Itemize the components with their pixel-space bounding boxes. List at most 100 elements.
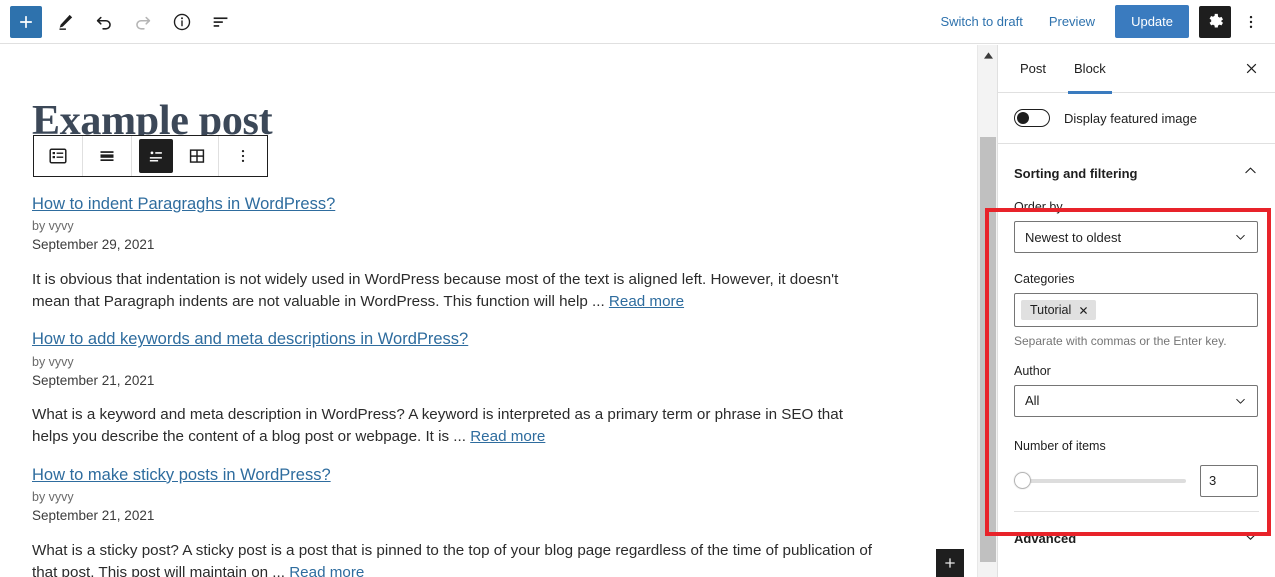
number-of-items-slider[interactable] bbox=[1014, 472, 1186, 490]
layout-group bbox=[132, 136, 219, 176]
sorting-and-filtering-title: Sorting and filtering bbox=[1014, 165, 1138, 181]
details-button[interactable] bbox=[165, 5, 198, 38]
author-label: Author bbox=[1014, 363, 1051, 378]
post-date: September 21, 2021 bbox=[32, 508, 155, 524]
redo-icon bbox=[135, 16, 150, 30]
pencil-icon bbox=[59, 14, 72, 30]
order-by-label: Order by bbox=[1014, 200, 1063, 214]
scrollbar-thumb[interactable] bbox=[980, 137, 996, 562]
add-block-button[interactable] bbox=[10, 5, 42, 38]
block-more-options-button[interactable] bbox=[221, 136, 265, 176]
post-title-link[interactable]: How to make sticky posts in WordPress? bbox=[32, 464, 331, 486]
tab-block[interactable]: Block bbox=[1060, 45, 1120, 94]
featured-image-toggle-row: Display featured image bbox=[998, 93, 1275, 144]
chevron-down-icon bbox=[1233, 393, 1248, 408]
post-date: September 21, 2021 bbox=[32, 372, 155, 388]
block-options-group bbox=[219, 136, 267, 176]
chevron-up-icon bbox=[983, 51, 993, 59]
top-bar-right-tools: Switch to draft Preview Update bbox=[928, 5, 1275, 38]
close-icon bbox=[1246, 63, 1256, 74]
advanced-title: Advanced bbox=[1014, 531, 1077, 547]
more-options-button[interactable] bbox=[1235, 6, 1267, 38]
post-title-link[interactable]: How to add keywords and meta description… bbox=[32, 328, 468, 350]
wordpress-block-editor: Switch to draft Preview Update Example p… bbox=[0, 0, 1275, 577]
list-view-button[interactable] bbox=[204, 5, 237, 38]
align-icon bbox=[100, 151, 114, 161]
author-value: All bbox=[1025, 393, 1040, 409]
post-title-link[interactable]: How to indent Paragraghs in WordPress? bbox=[32, 193, 335, 215]
kebab-menu-icon bbox=[1249, 15, 1253, 28]
read-more-link[interactable]: Read more bbox=[289, 564, 364, 577]
editor-canvas: Example post How to indent Paragraghs in… bbox=[0, 45, 976, 577]
post-excerpt-text: What is a keyword and meta description i… bbox=[32, 406, 843, 446]
read-more-link[interactable]: Read more bbox=[470, 428, 545, 445]
toggle-knob bbox=[1017, 112, 1029, 124]
number-of-items-controls bbox=[1014, 464, 1259, 497]
display-featured-image-toggle[interactable] bbox=[1014, 109, 1050, 127]
category-token[interactable]: Tutorial bbox=[1021, 300, 1097, 320]
slider-thumb[interactable] bbox=[1014, 472, 1031, 490]
display-featured-image-label: Display featured image bbox=[1064, 110, 1197, 126]
tab-post[interactable]: Post bbox=[1006, 45, 1060, 93]
categories-field: Categories Tutorial Separate with commas… bbox=[1014, 272, 1259, 350]
post-author: by vyvy bbox=[32, 490, 74, 505]
chevron-down-icon bbox=[1242, 528, 1259, 550]
list-item: How to make sticky posts in WordPress? b… bbox=[32, 464, 912, 577]
top-bar-left-tools bbox=[0, 5, 237, 38]
query-loop-block-icon-button[interactable] bbox=[36, 136, 80, 176]
grid-view-layout-icon bbox=[189, 149, 205, 163]
sidebar-tabs: Post Block bbox=[998, 45, 1275, 94]
post-date: September 29, 2021 bbox=[32, 237, 155, 253]
plus-icon bbox=[20, 15, 32, 28]
advanced-section-header[interactable]: Advanced bbox=[998, 512, 1275, 566]
list-item: How to add keywords and meta description… bbox=[32, 328, 912, 447]
info-icon bbox=[173, 13, 190, 30]
categories-label: Categories bbox=[1014, 272, 1075, 286]
grid-view-layout-button[interactable] bbox=[178, 136, 216, 176]
number-of-items-input[interactable] bbox=[1200, 464, 1258, 497]
slider-rail bbox=[1014, 478, 1186, 483]
settings-button[interactable] bbox=[1199, 5, 1231, 38]
read-more-link[interactable]: Read more bbox=[609, 293, 684, 310]
list-item: How to indent Paragraghs in WordPress? b… bbox=[32, 193, 912, 312]
list-view-icon bbox=[213, 16, 227, 27]
close-sidebar-button[interactable] bbox=[1237, 55, 1265, 83]
more-options-icon bbox=[241, 150, 245, 162]
align-button[interactable] bbox=[85, 136, 129, 176]
post-author: by vyvy bbox=[32, 219, 74, 234]
author-field: Author All bbox=[1014, 364, 1259, 417]
number-of-items-label: Number of items bbox=[1014, 438, 1106, 453]
author-select[interactable]: All bbox=[1014, 384, 1258, 417]
block-type-group bbox=[34, 136, 83, 176]
close-icon bbox=[1080, 306, 1088, 314]
categories-token-input[interactable]: Tutorial bbox=[1014, 293, 1258, 327]
gear-icon bbox=[1209, 13, 1223, 28]
redo-button[interactable] bbox=[126, 5, 159, 38]
number-of-items-field: Number of items bbox=[1014, 439, 1259, 497]
block-toolbar bbox=[33, 135, 268, 177]
order-by-value: Newest to oldest bbox=[1025, 229, 1122, 245]
scroll-up-arrow-icon[interactable] bbox=[978, 47, 998, 63]
alignment-group bbox=[83, 136, 132, 176]
order-by-field: Order by Newest to oldest bbox=[1014, 200, 1259, 253]
sorting-and-filtering-panel: Order by Newest to oldest Categories Tut… bbox=[998, 200, 1275, 512]
query-loop-block-icon bbox=[49, 148, 67, 164]
tools-button[interactable] bbox=[48, 5, 81, 38]
order-by-select[interactable]: Newest to oldest bbox=[1014, 221, 1258, 253]
remove-category-token-icon[interactable] bbox=[1078, 305, 1089, 316]
list-view-layout-button[interactable] bbox=[139, 139, 173, 173]
chevron-down-icon bbox=[1233, 230, 1248, 245]
preview-button[interactable]: Preview bbox=[1037, 8, 1107, 35]
settings-sidebar: Post Block Display featured image Sortin… bbox=[997, 45, 1275, 577]
block-appender-button[interactable] bbox=[936, 549, 964, 577]
update-button[interactable]: Update bbox=[1115, 5, 1189, 38]
query-loop-post-list: How to indent Paragraghs in WordPress? b… bbox=[32, 193, 912, 577]
editor-scrollbar[interactable] bbox=[977, 45, 997, 577]
switch-to-draft-button[interactable]: Switch to draft bbox=[928, 8, 1034, 35]
sorting-and-filtering-header[interactable]: Sorting and filtering bbox=[998, 144, 1275, 200]
undo-button[interactable] bbox=[87, 5, 120, 38]
post-excerpt: What is a keyword and meta description i… bbox=[32, 404, 872, 447]
